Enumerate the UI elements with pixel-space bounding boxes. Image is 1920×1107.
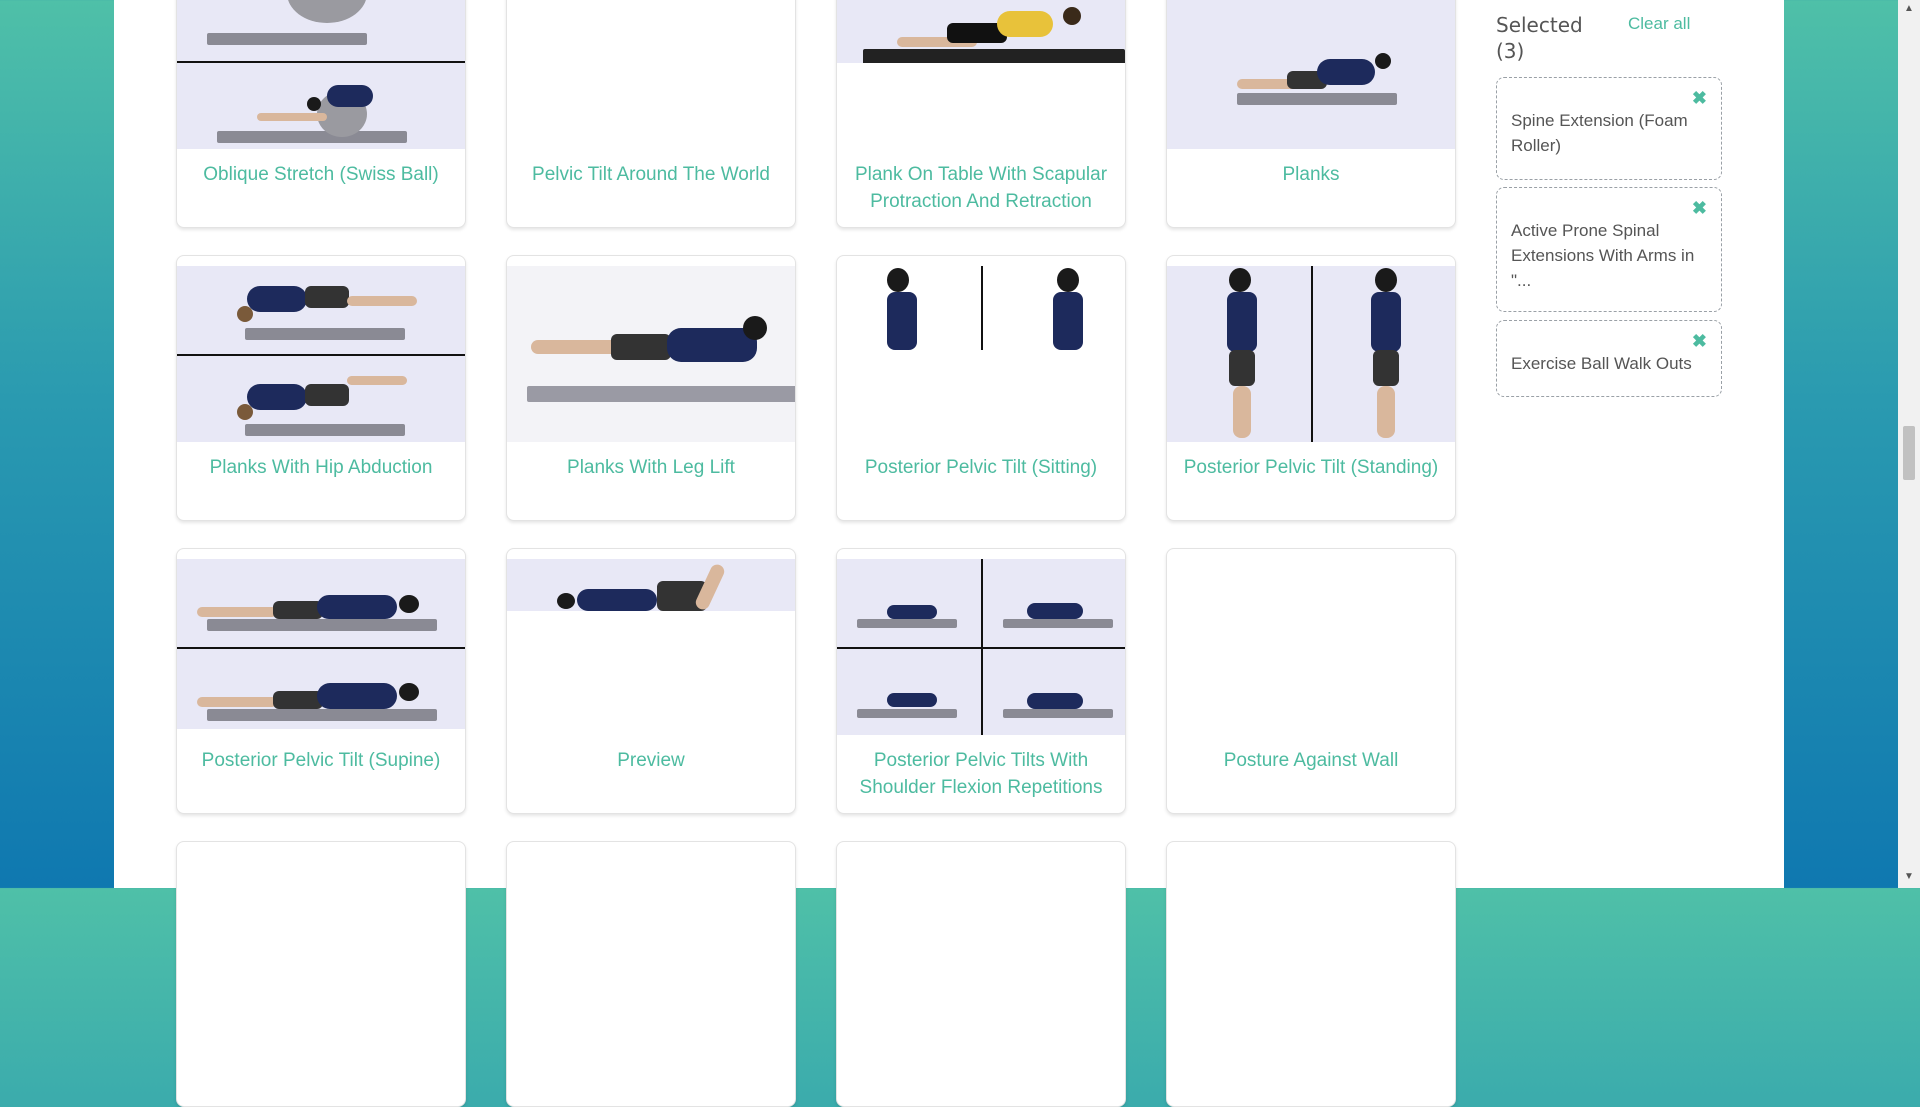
- exercise-thumbnail: [837, 0, 1125, 63]
- exercise-title[interactable]: Plank On Table With Scapular Protraction…: [849, 161, 1113, 215]
- selected-item: ✖ Exercise Ball Walk Outs: [1496, 320, 1722, 397]
- exercise-thumbnail: [177, 266, 465, 442]
- exercise-card[interactable]: Planks: [1166, 0, 1456, 228]
- exercise-card[interactable]: Posterior Pelvic Tilts With Shoulder Fle…: [836, 548, 1126, 814]
- selected-item-label: Active Prone Spinal Extensions With Arms…: [1511, 221, 1695, 290]
- exercise-card[interactable]: Preview: [506, 548, 796, 814]
- exercise-card[interactable]: [1166, 841, 1456, 1107]
- clear-all-link[interactable]: Clear all: [1628, 14, 1690, 34]
- exercise-thumbnail: [837, 559, 1125, 735]
- exercise-card[interactable]: [176, 841, 466, 1107]
- exercise-thumbnail: [1167, 559, 1455, 735]
- exercise-card[interactable]: [506, 841, 796, 1107]
- remove-icon[interactable]: ✖: [1692, 329, 1707, 354]
- exercise-title[interactable]: Posterior Pelvic Tilt (Supine): [189, 747, 453, 774]
- exercise-title[interactable]: Planks: [1179, 161, 1443, 188]
- exercise-thumbnail: [507, 559, 795, 611]
- exercise-card[interactable]: Posterior Pelvic Tilt (Sitting): [836, 255, 1126, 521]
- exercise-card[interactable]: Plank On Table With Scapular Protraction…: [836, 0, 1126, 228]
- exercise-card[interactable]: Posture Against Wall: [1166, 548, 1456, 814]
- exercise-thumbnail: [507, 266, 795, 442]
- exercise-title[interactable]: Posterior Pelvic Tilt (Standing): [1179, 454, 1443, 481]
- exercise-thumbnail: [837, 266, 1125, 350]
- selected-heading: Selected (3): [1496, 13, 1583, 63]
- exercise-title[interactable]: Posterior Pelvic Tilt (Sitting): [849, 454, 1113, 481]
- exercise-thumbnail: [507, 0, 795, 149]
- scrollbar-thumb[interactable]: [1903, 426, 1915, 480]
- exercise-card[interactable]: Planks With Hip Abduction: [176, 255, 466, 521]
- exercise-title[interactable]: Posture Against Wall: [1179, 747, 1443, 774]
- exercise-card[interactable]: Pelvic Tilt Around The World: [506, 0, 796, 228]
- exercise-thumbnail: [177, 559, 465, 729]
- exercise-title[interactable]: Preview: [519, 747, 783, 774]
- selected-item-label: Exercise Ball Walk Outs: [1511, 354, 1692, 373]
- exercise-title[interactable]: Posterior Pelvic Tilts With Shoulder Fle…: [849, 747, 1113, 801]
- selected-item-label: Spine Extension (Foam Roller): [1511, 111, 1688, 155]
- exercise-card[interactable]: Posterior Pelvic Tilt (Supine): [176, 548, 466, 814]
- exercise-card[interactable]: [836, 841, 1126, 1107]
- selected-item: ✖ Spine Extension (Foam Roller): [1496, 77, 1722, 180]
- exercise-title[interactable]: Pelvic Tilt Around The World: [519, 161, 783, 188]
- exercise-title[interactable]: Planks With Hip Abduction: [189, 454, 453, 481]
- exercise-thumbnail: [177, 0, 465, 149]
- selected-item: ✖ Active Prone Spinal Extensions With Ar…: [1496, 187, 1722, 312]
- exercise-thumbnail: [1167, 266, 1455, 442]
- remove-icon[interactable]: ✖: [1692, 196, 1707, 221]
- exercise-card[interactable]: Oblique Stretch (Swiss Ball): [176, 0, 466, 228]
- exercise-thumbnail: [1167, 0, 1455, 149]
- exercise-card[interactable]: Planks With Leg Lift: [506, 255, 796, 521]
- exercise-card[interactable]: Posterior Pelvic Tilt (Standing): [1166, 255, 1456, 521]
- scroll-up-icon[interactable]: ▲: [1902, 2, 1916, 16]
- scroll-down-icon[interactable]: ▼: [1902, 870, 1916, 884]
- exercise-title[interactable]: Planks With Leg Lift: [519, 454, 783, 481]
- exercise-title[interactable]: Oblique Stretch (Swiss Ball): [189, 161, 453, 188]
- remove-icon[interactable]: ✖: [1692, 86, 1707, 111]
